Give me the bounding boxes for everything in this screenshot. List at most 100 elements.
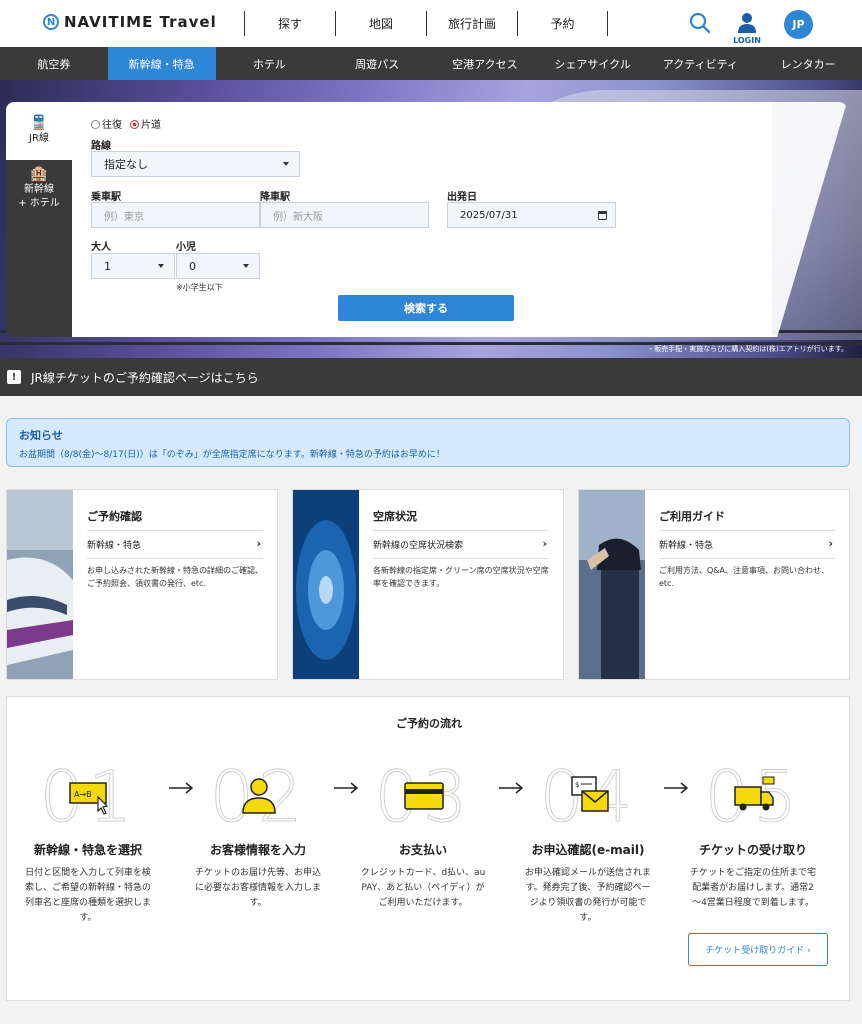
card-title: 空席状況 (373, 510, 417, 523)
divider (87, 530, 263, 531)
step-title: チケットの受け取り (698, 843, 807, 857)
adult-select[interactable]: 1 (91, 253, 175, 279)
radio-label: 往復 (102, 120, 122, 131)
category-shinkansen[interactable]: 新幹線・特急 (107, 47, 216, 80)
card-link-seat-search[interactable]: 新幹線の空席状況検索 (373, 538, 549, 551)
notice-text: お盆期間（8/8(金)～8/17(日)）は「のぞみ」が全席指定席になります。新幹… (19, 450, 445, 460)
category-pass[interactable]: 周遊パス (323, 47, 431, 80)
to-label: 降車駅 (260, 192, 290, 203)
ticket-guide-button[interactable]: チケット受け取りガイド › (688, 933, 828, 966)
step-title: お客様情報を入力 (209, 843, 306, 857)
flow-step-2: 02 お客様情報を入力 チケットのお届け先等、お申込に必要なお客様情報を入力しま… (183, 757, 333, 997)
card-description: ご利用方法、Q&A、注意事項、お問い合わせ、etc. (659, 566, 830, 588)
shinkansen-photo (7, 490, 73, 679)
search-type-sidebar: 🚆 JR線 🏨 新幹線 + ホテル (6, 102, 72, 337)
flow-step-1: 01 A→B 新幹線・特急を選択 日付と区間を入力して列車を検索し、ご希望の新幹… (13, 757, 163, 997)
child-select[interactable]: 0 (176, 253, 260, 279)
notice-box: お知らせ お盆期間（8/8(金)～8/17(日)）は「のぞみ」が全席指定席になり… (6, 418, 850, 467)
chevron-down-icon (158, 264, 164, 268)
flow-step-4: 04 $ お申込確認(e-mail) お申込確認メールが送信されます。発券完了後… (513, 757, 663, 997)
step-description: チケットのお届け先等、お申込に必要なお客様情報を入力します。 (194, 868, 321, 908)
route-label: 路線 (91, 141, 111, 152)
flow-title: ご予約の流れ (396, 717, 462, 730)
divider (373, 530, 549, 531)
step-description: クレジットカード、d払い、au PAY、あと払い（ペイディ）がご利用いただけます… (360, 868, 486, 908)
divider (659, 558, 835, 559)
child-note: ※小学生以下 (176, 283, 223, 292)
divider (373, 558, 549, 559)
card-title: ご利用ガイド (659, 510, 725, 523)
divider (87, 558, 263, 559)
topnav-trip-plan[interactable]: 旅行計画 (426, 11, 517, 36)
logo-mark: N (43, 14, 59, 30)
topnav-reserve[interactable]: 予約 (517, 11, 608, 36)
topnav-map[interactable]: 地図 (335, 11, 426, 36)
radio-label: 片道 (141, 120, 161, 131)
card-link-shinkansen[interactable]: 新幹線・特急 (87, 538, 263, 551)
mail-icon: $ (571, 776, 609, 812)
category-flights[interactable]: 航空券 (0, 47, 108, 80)
search-icon[interactable] (689, 12, 711, 34)
radio-one-way[interactable]: 片道 (130, 116, 161, 131)
tab-label: JR線 (29, 133, 49, 144)
site-header: N NAVITIME Travel 探す 地図 旅行計画 予約 LOGIN JP (0, 0, 862, 47)
search-button[interactable]: 検索する (338, 295, 514, 321)
step-title: 新幹線・特急を選択 (33, 843, 142, 857)
truck-icon (734, 776, 775, 811)
svg-text:$: $ (575, 781, 579, 789)
category-activity[interactable]: アクティビティ (647, 47, 755, 80)
radio-circle (130, 120, 139, 129)
card-usage-guide: ご利用ガイド 新幹線・特急 › ご利用方法、Q&A、注意事項、お問い合わせ、et… (578, 489, 850, 680)
person-icon (242, 778, 276, 814)
radio-round-trip[interactable]: 往復 (91, 116, 122, 131)
card-description: お申し込みされた新幹線・特急の詳細のご確認、ご予約照会、領収書の発行、etc. (87, 566, 263, 588)
chevron-down-icon (283, 162, 289, 166)
conductor-photo (579, 490, 645, 679)
step-title: お支払い (398, 843, 447, 857)
notice-title: お知らせ (19, 429, 63, 442)
train-hotel-icon: 🏨 (30, 166, 48, 182)
card-description: 各新幹線の指定席・グリーン席の空席状況や空席率を確認できます。 (373, 566, 549, 588)
adult-value: 1 (104, 259, 111, 273)
category-hotel[interactable]: ホテル (216, 47, 324, 80)
from-station-input[interactable]: 例）東京 (91, 202, 260, 228)
svg-text:A→B: A→B (74, 790, 92, 799)
chevron-right-icon[interactable]: › (542, 537, 547, 550)
step-description: お申込確認メールが送信されます。発券完了後、予約確認ページより領収書の発行が可能… (524, 868, 651, 923)
step-description: 日付と区間を入力して列車を検索し、ご希望の新幹線・特急の列車名と座席の種類を選択… (24, 868, 151, 923)
to-station-input[interactable]: 例）新大阪 (260, 202, 429, 228)
tunnel-photo (293, 490, 359, 679)
date-input[interactable]: 2025/07/31 (447, 202, 616, 228)
language-avatar[interactable]: JP (784, 10, 813, 39)
step-description: チケットをご指定の住所まで宅配業者がお届けします。通常2～4営業日程度で到着しま… (689, 868, 816, 908)
card-link-guide[interactable]: 新幹線・特急 (659, 538, 835, 551)
login-button[interactable]: LOGIN (730, 11, 764, 45)
category-nav: 航空券 新幹線・特急 ホテル 周遊パス 空港アクセス シェアサイクル アクティビ… (0, 47, 862, 80)
date-value: 2025/07/31 (460, 209, 518, 221)
top-nav: 探す 地図 旅行計画 予約 (244, 11, 608, 36)
topnav-search[interactable]: 探す (244, 11, 335, 36)
route-select[interactable]: 指定なし (91, 151, 300, 177)
chevron-right-icon[interactable]: › (828, 537, 833, 550)
from-label: 乗車駅 (91, 192, 121, 203)
chevron-right-icon[interactable]: › (256, 537, 261, 550)
sales-disclaimer: ・販売手配・実施ならびに購入契約は(株)エアトリが行います。 (647, 345, 848, 353)
category-rental-car[interactable]: レンタカー (754, 47, 862, 80)
category-airport-access[interactable]: 空港アクセス (431, 47, 539, 80)
trip-type-radios: 往復 片道 (91, 116, 161, 131)
reservation-confirm-bar[interactable]: ! JR線チケットのご予約確認ページはこちら (0, 358, 862, 396)
exclamation-icon: ! (7, 370, 21, 384)
category-share-cycle[interactable]: シェアサイクル (539, 47, 647, 80)
date-label: 出発日 (447, 192, 477, 203)
calendar-icon[interactable] (598, 211, 607, 220)
divider (659, 530, 835, 531)
card-seat-availability: 空席状況 新幹線の空席状況検索 › 各新幹線の指定席・グリーン席の空席状況や空席… (292, 489, 564, 680)
adult-label: 大人 (91, 242, 111, 253)
tab-shinkansen-hotel[interactable]: 🏨 新幹線 + ホテル (6, 160, 72, 218)
credit-card-icon (404, 782, 444, 810)
navitime-logo[interactable]: N NAVITIME Travel (43, 13, 217, 31)
child-value: 0 (189, 259, 196, 273)
route-select-icon: A→B (69, 782, 109, 815)
card-reservation-check: ご予約確認 新幹線・特急 › お申し込みされた新幹線・特急の詳細のご確認、ご予約… (6, 489, 278, 680)
tab-jr-line[interactable]: 🚆 JR線 (6, 102, 72, 160)
